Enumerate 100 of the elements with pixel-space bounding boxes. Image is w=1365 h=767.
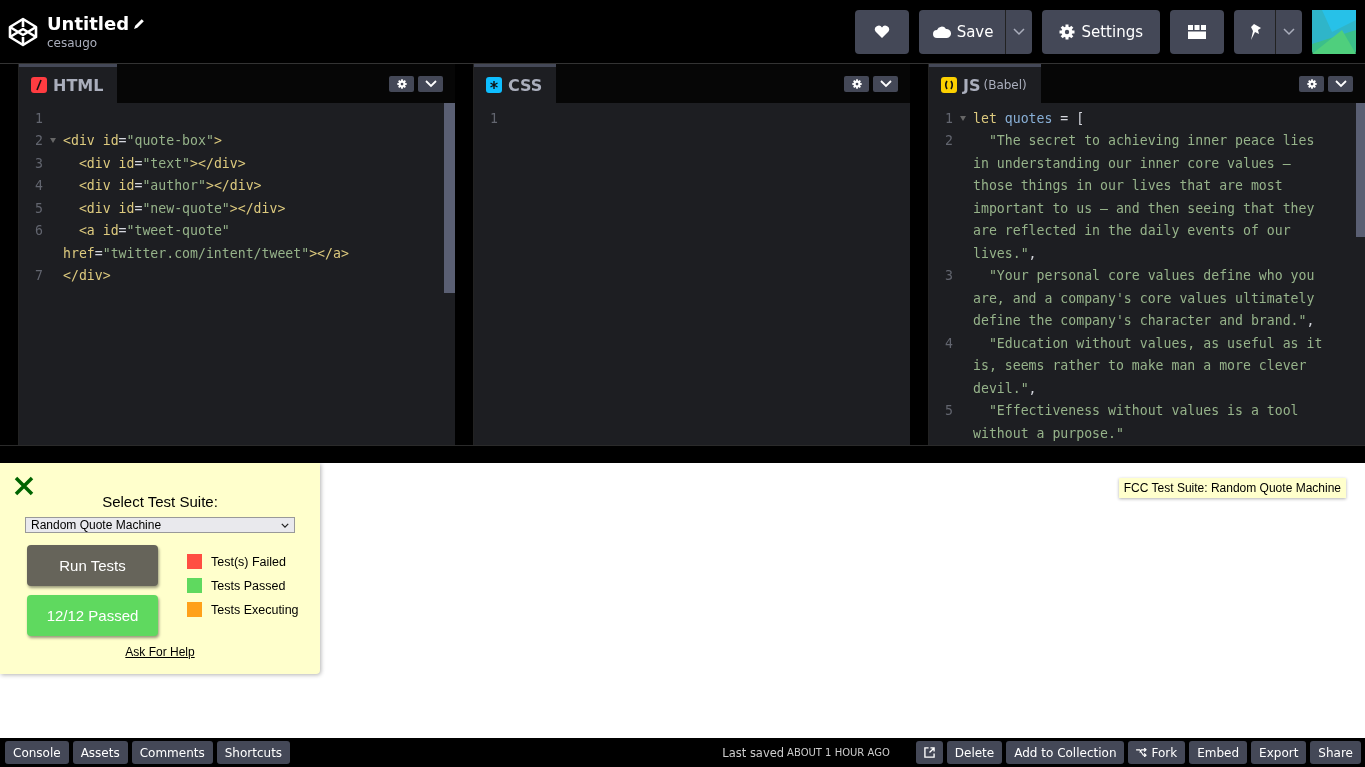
editor-tab[interactable]: JS (Babel) — [929, 64, 1041, 103]
code-line: href="twitter.com/intent/tweet"></a> — [63, 245, 349, 261]
legend-label: Tests Passed — [211, 578, 286, 593]
editor-menu-button[interactable] — [1328, 76, 1353, 92]
code-line: "Effectiveness without values is a tool — [987, 403, 1299, 419]
editor-menu-button[interactable] — [418, 76, 443, 92]
line-number: 1 — [35, 110, 43, 126]
author-name[interactable]: cesaugo — [47, 36, 147, 50]
code-line: <div id="text"></div> — [77, 155, 246, 171]
settings-icon — [396, 79, 407, 89]
code-line: important to us – and then seeing that they — [973, 200, 1315, 216]
caret-icon — [1283, 27, 1295, 36]
code-line: <a id="tweet-quote" — [77, 223, 230, 239]
caret-icon — [1013, 27, 1026, 36]
code-line: </div> — [63, 268, 111, 284]
editor-tab[interactable]: HTML — [19, 64, 118, 103]
settings-button[interactable]: Settings — [1042, 9, 1160, 54]
code-line: <div id="quote-box"> — [63, 133, 222, 149]
heart-icon — [873, 24, 890, 39]
code-line: without a purpose." — [973, 425, 1124, 441]
code-line: let quotes = [ — [973, 110, 1085, 126]
close-icon[interactable] — [14, 476, 34, 496]
caret-icon — [1334, 80, 1347, 88]
heart-button[interactable] — [854, 9, 909, 54]
footer-button[interactable]: Comments — [131, 741, 213, 764]
js-badge-icon — [941, 77, 957, 93]
avatar[interactable] — [1312, 9, 1356, 54]
layout-button[interactable] — [1170, 9, 1224, 54]
code-line: those things in our lives that are most — [973, 178, 1283, 194]
cloud-icon — [932, 25, 951, 38]
footer-button[interactable]: Embed — [1189, 741, 1248, 764]
line-number: 4 — [945, 335, 953, 351]
fold-arrow-icon[interactable] — [50, 138, 56, 144]
suite-select[interactable]: Random Quote Machine — [25, 517, 295, 533]
settings-icon — [851, 79, 862, 89]
help-link[interactable]: Ask For Help — [125, 645, 195, 659]
settings-icon — [1306, 79, 1317, 89]
code-line: are, and a company's core values ultimately — [973, 290, 1315, 306]
footer-button[interactable]: Share — [1310, 741, 1361, 764]
code-line: devil.", — [973, 380, 1037, 396]
footer-button[interactable]: Console — [5, 741, 69, 764]
last-saved-label: Last saved — [722, 745, 785, 760]
footer-button[interactable]: Assets — [72, 741, 128, 764]
code-line: <div id="new-quote"></div> — [77, 200, 286, 216]
line-number: 1 — [490, 110, 498, 126]
last-saved-time: ABOUT 1 HOUR AGO — [787, 747, 890, 758]
code-line: "The secret to achieving inner peace lies — [987, 133, 1315, 149]
line-number: 2 — [945, 133, 953, 149]
footer-button[interactable]: Shortcuts — [216, 741, 291, 764]
fold-arrow-icon[interactable] — [960, 115, 966, 121]
pin-menu-button[interactable] — [1275, 9, 1302, 54]
line-number: 4 — [35, 178, 43, 194]
caret-icon — [424, 80, 437, 88]
code-line: <div id="author"></div> — [77, 178, 262, 194]
pin-icon — [1248, 22, 1263, 41]
code-line: lives.", — [973, 245, 1037, 261]
save-button[interactable]: Save — [918, 9, 1006, 54]
line-number: 2 — [35, 133, 43, 149]
code-line: "Education without values, as useful as it — [987, 335, 1323, 351]
editor-settings-button[interactable] — [389, 76, 414, 92]
layout-icon — [1188, 24, 1206, 39]
editor-menu-button[interactable] — [873, 76, 898, 92]
legend-label: Tests Executing — [211, 602, 299, 617]
caret-icon — [281, 522, 289, 528]
line-number: 7 — [35, 268, 43, 284]
code-line: in understanding our inner core values – — [973, 155, 1291, 171]
line-number: 3 — [945, 268, 953, 284]
code-line: define the company's character and brand.", — [973, 313, 1315, 329]
pen-title[interactable]: Untitled — [47, 13, 130, 34]
caret-icon — [879, 80, 892, 88]
scrollbar-thumb[interactable] — [1356, 103, 1365, 237]
fork-icon — [1136, 748, 1148, 757]
footer-button[interactable]: Delete — [946, 741, 1003, 764]
fork-button[interactable]: Fork — [1128, 741, 1186, 764]
external-link-icon — [923, 747, 935, 758]
scrollbar-thumb[interactable] — [444, 103, 455, 293]
editor-settings-button[interactable] — [844, 76, 869, 92]
html-badge-icon — [31, 77, 47, 93]
editor-settings-button[interactable] — [1299, 76, 1324, 92]
pin-button[interactable] — [1234, 9, 1275, 54]
editor-tab[interactable]: CSS — [474, 64, 557, 103]
footer-button[interactable]: Add to Collection — [1006, 741, 1125, 764]
line-number: 6 — [35, 223, 43, 239]
line-number: 1 — [945, 110, 953, 126]
tooltip: FCC Test Suite: Random Quote Machine — [1118, 478, 1346, 498]
line-number: 5 — [945, 403, 953, 419]
css-badge-icon — [486, 77, 502, 93]
line-number: 3 — [35, 155, 43, 171]
legend-label: Test(s) Failed — [211, 554, 287, 569]
panel-heading: Select Test Suite: — [102, 493, 218, 510]
footer-button[interactable]: Export — [1251, 741, 1307, 764]
save-menu-button[interactable] — [1005, 9, 1033, 54]
settings-icon — [1059, 23, 1076, 40]
code-line: "Your personal core values define who you — [987, 268, 1315, 284]
pencil-icon[interactable] — [133, 17, 147, 30]
code-line: are reflected in the daily events of our — [973, 223, 1291, 239]
run-tests-button[interactable]: Run Tests — [27, 545, 158, 586]
code-line: is, seems rather to make man a more clever — [973, 358, 1307, 374]
open-external-button[interactable] — [915, 741, 943, 764]
logo-icon[interactable] — [7, 15, 39, 48]
